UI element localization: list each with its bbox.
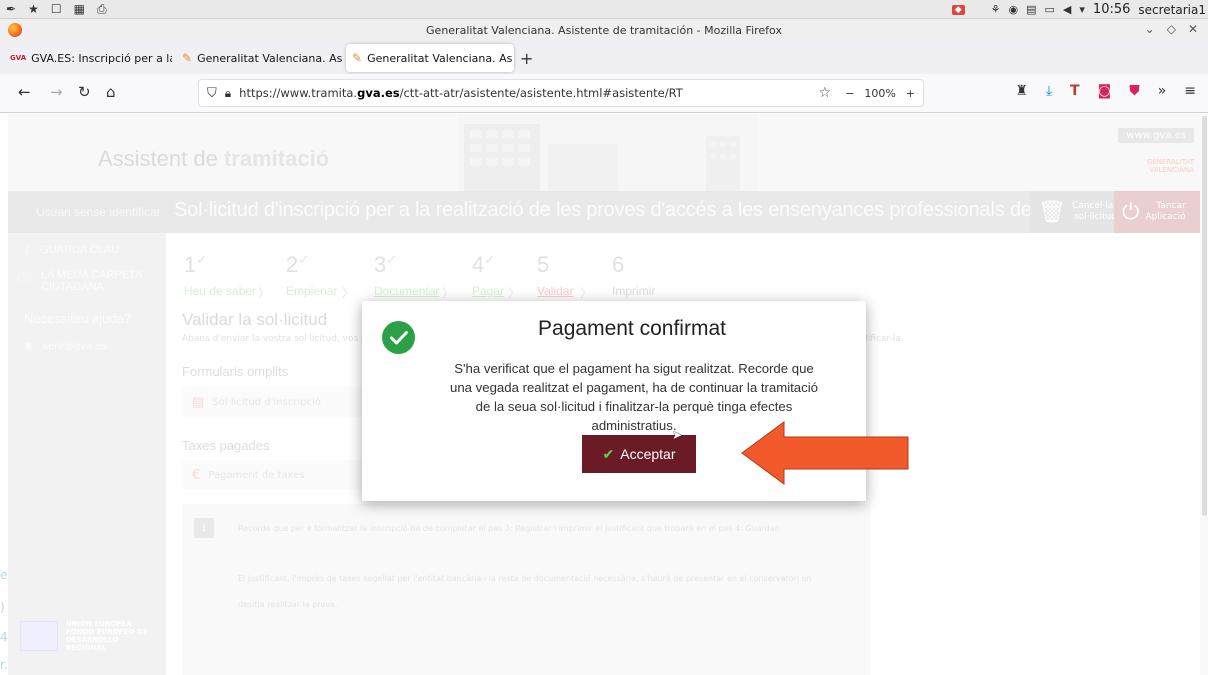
pen-icon: ✎ <box>352 51 363 65</box>
forward-icon[interactable]: → <box>50 83 63 101</box>
media-icon[interactable]: ◉ <box>1009 3 1019 16</box>
annotation-arrow-icon <box>741 421 909 485</box>
navigation-bar: ← → ↻ ⌂ ⛉ 🔒︎ https://www.tramita.gva.es/… <box>0 74 1208 113</box>
overflow-icon[interactable]: » <box>1158 83 1167 99</box>
tab-generalitat-active[interactable]: ✎ Generalitat Valenciana. As ✕ <box>346 44 514 72</box>
pen-icon[interactable]: ✒ <box>6 2 16 16</box>
os-top-panel: ✒ ★ ☐ ▦ ⎙ ◆ ⚘ ◉ ▤ ▭ ◀ ▾ 10:56 secretaria… <box>0 0 1208 19</box>
menu-icon[interactable]: ≡ <box>1184 83 1196 99</box>
back-icon[interactable]: ← <box>18 83 31 101</box>
url-domain: gva.es <box>357 86 400 100</box>
zoom-level[interactable]: 100% <box>864 87 895 100</box>
check-icon: ✔ <box>602 445 615 462</box>
star-icon[interactable]: ★ <box>28 2 39 16</box>
tab-label: GVA.ES: Inscripció per a la <box>31 51 172 65</box>
translate-icon[interactable]: T <box>1070 83 1080 99</box>
pen-icon: ✎ <box>182 51 193 65</box>
window-titlebar: Generalitat Valenciana. Asistente de tra… <box>0 19 1208 41</box>
shield-icon[interactable]: ⛉ <box>207 86 217 101</box>
tab-strip: GVA GVA.ES: Inscripció per a la ✕ ✎ Gene… <box>0 41 1208 74</box>
window-title: Generalitat Valenciana. Asistente de tra… <box>426 24 782 37</box>
clock[interactable]: 10:56 <box>1093 2 1130 17</box>
user-name[interactable]: secretaria1 <box>1138 3 1206 17</box>
display-icon[interactable]: ▭ <box>1045 3 1055 16</box>
ublock-icon[interactable]: ⛊ <box>1129 83 1140 99</box>
url-suffix: /ctt-att-atr/asistente/asistente.html#as… <box>399 86 683 100</box>
network-icon[interactable]: ⚘ <box>991 3 1001 16</box>
home-icon[interactable]: ⌂ <box>106 83 116 101</box>
zoom-out-icon[interactable]: − <box>845 87 854 100</box>
accept-label: Acceptar <box>620 446 676 462</box>
lock-icon[interactable]: 🔒︎ <box>225 86 231 101</box>
url-bar[interactable]: ⛉ 🔒︎ https://www.tramita.gva.es/ctt-att-… <box>198 79 924 107</box>
close-window-icon[interactable]: ✕ <box>1188 22 1198 36</box>
zoom-in-icon[interactable]: + <box>906 87 915 100</box>
gva-icon: GVA <box>10 54 27 62</box>
pocket-icon[interactable]: ◙ <box>1098 83 1112 99</box>
calculator-icon[interactable]: ▦ <box>74 2 85 16</box>
url-prefix: https://www.tramita. <box>239 86 358 100</box>
tab-generalitat-1[interactable]: ✎ Generalitat Valenciana. As ✕ <box>176 44 342 72</box>
bookmark-star-icon[interactable]: ☆ <box>818 85 831 101</box>
tab-label: Generalitat Valenciana. As <box>367 51 513 65</box>
minimize-icon[interactable]: ⌄ <box>1145 22 1155 36</box>
reload-icon[interactable]: ↻ <box>78 83 91 101</box>
clipboard-icon[interactable]: ▤ <box>1026 3 1036 16</box>
maximize-icon[interactable]: ◇ <box>1167 22 1176 36</box>
downloads-icon[interactable]: ⤓ <box>1046 83 1052 99</box>
mouse-cursor-icon: ➤ <box>672 428 683 442</box>
extension-icon[interactable]: ♜ <box>1015 83 1028 99</box>
chevron-down-icon[interactable]: ▾ <box>1079 3 1085 16</box>
new-tab-button[interactable]: + <box>520 49 533 68</box>
url-text[interactable]: https://www.tramita.gva.es/ctt-att-atr/a… <box>239 86 683 100</box>
window-icon[interactable]: ☐ <box>51 2 62 16</box>
volume-icon[interactable]: ◀ <box>1063 3 1071 16</box>
tab-label: Generalitat Valenciana. As <box>197 51 342 65</box>
tab-gva-inscripcio[interactable]: GVA GVA.ES: Inscripció per a la ✕ <box>4 44 172 72</box>
anydesk-icon[interactable]: ◆ <box>951 4 965 15</box>
dialog-title: Pagament confirmat <box>538 317 726 340</box>
printer-icon[interactable]: ⎙ <box>97 2 107 16</box>
